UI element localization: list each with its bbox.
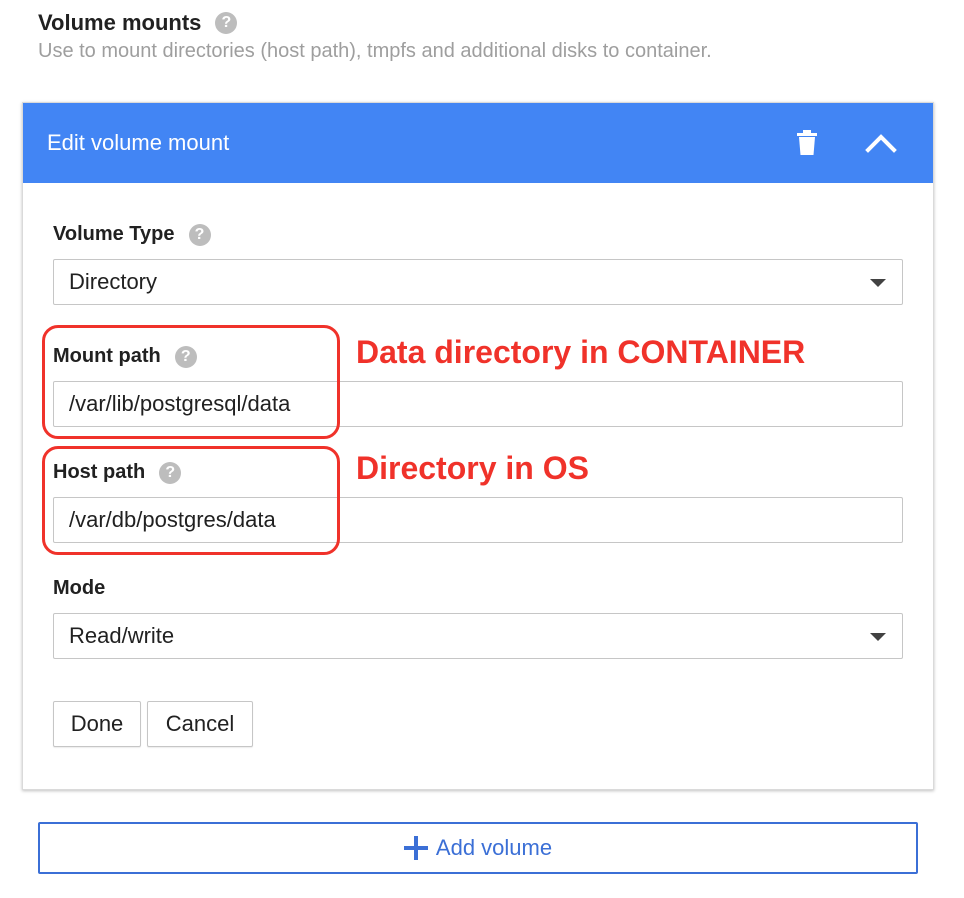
volume-type-label: Volume Type ? — [53, 223, 211, 246]
volume-type-select[interactable]: Directory — [53, 259, 903, 305]
add-volume-button[interactable]: Add volume — [38, 822, 918, 874]
chevron-up-icon[interactable] — [863, 125, 899, 161]
mount-path-annotation-box — [42, 325, 340, 439]
cancel-button[interactable]: Cancel — [147, 701, 253, 747]
card-title: Edit volume mount — [47, 130, 230, 155]
card-header: Edit volume mount — [23, 103, 933, 183]
mode-value: Read/write — [69, 623, 175, 648]
host-path-annotation: Directory in OS — [356, 450, 589, 486]
trash-icon[interactable] — [789, 125, 825, 161]
volume-type-value: Directory — [69, 269, 158, 294]
add-volume-label: Add volume — [435, 835, 553, 860]
help-icon[interactable]: ? — [188, 223, 211, 246]
plus-icon — [403, 836, 428, 860]
help-icon[interactable]: ? — [215, 12, 238, 34]
done-button[interactable]: Done — [53, 701, 141, 747]
mount-path-annotation: Data directory in CONTAINER — [356, 334, 806, 370]
mode-label: Mode — [53, 577, 105, 600]
host-path-annotation-box — [42, 446, 340, 555]
dropdown-caret-icon — [870, 279, 886, 287]
section-description: Use to mount directories (host path), tm… — [38, 40, 712, 62]
section-title: Volume mounts ? — [38, 10, 238, 36]
dropdown-caret-icon — [870, 633, 886, 641]
volume-type-label-text: Volume Type — [53, 223, 175, 245]
mode-select[interactable]: Read/write — [53, 613, 903, 659]
section-title-text: Volume mounts — [38, 10, 202, 35]
mode-label-text: Mode — [53, 577, 106, 599]
